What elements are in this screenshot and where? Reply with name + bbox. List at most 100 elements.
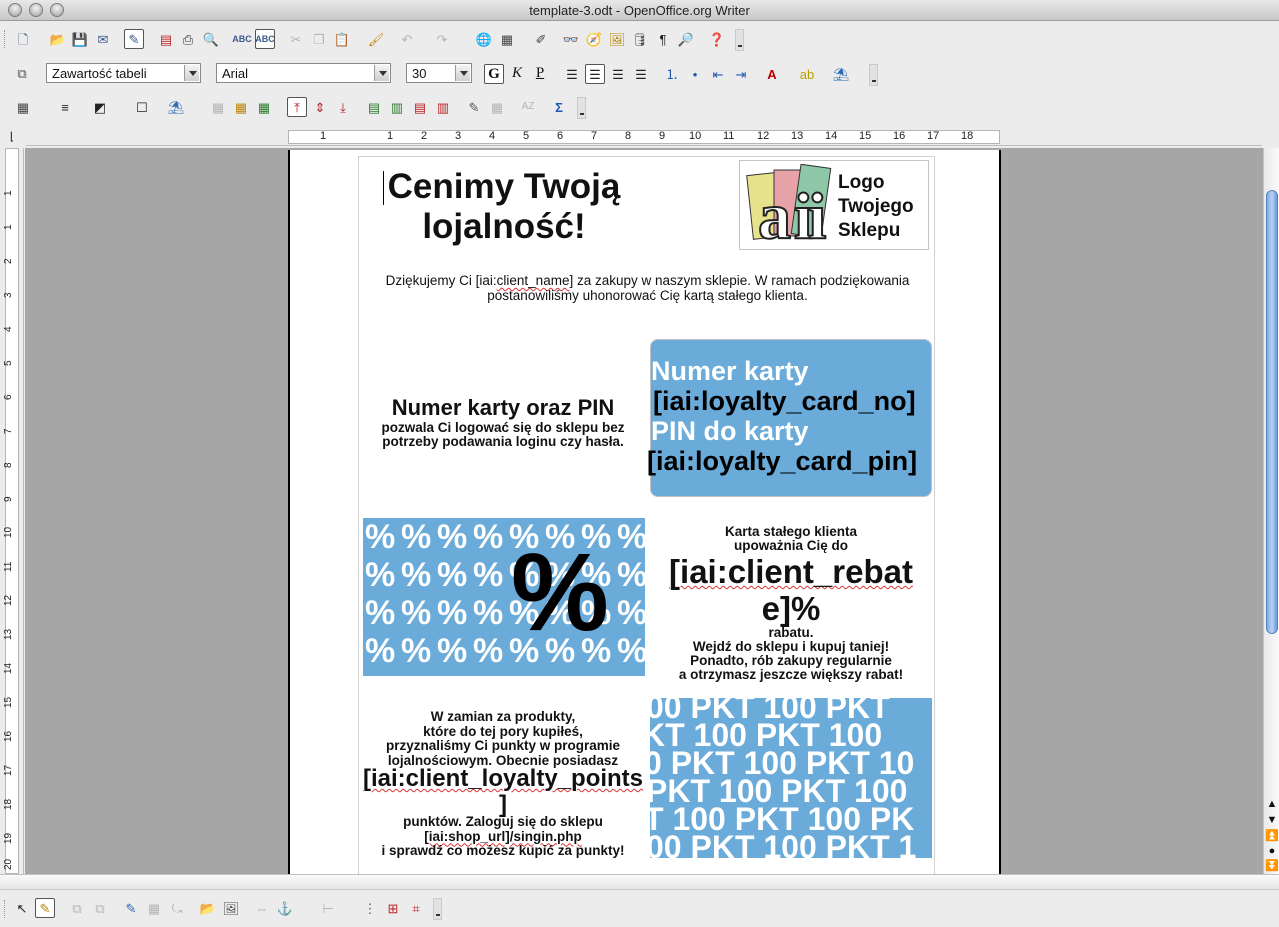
shop-logo[interactable]: a i i Logo Twojego Sklepu [739,160,929,250]
table-insert-icon[interactable]: ▦ [13,97,33,117]
loyalty-card-box[interactable]: Numer karty [iai:loyalty_card_no] PIN do… [647,339,932,497]
properties-icon[interactable]: ✎ [121,898,141,918]
scrollbar-thumb[interactable] [1266,190,1278,634]
paragraph-style-combo[interactable]: Zawartość tabeli [46,63,201,83]
chevron-down-icon[interactable] [184,65,199,81]
bold-button[interactable]: G [484,64,504,84]
frame-icon[interactable]: ⌗ [406,898,426,918]
print-icon[interactable]: ⎙ [178,29,198,49]
toolbar-overflow-button[interactable] [577,97,586,119]
next-page-icon[interactable]: ⏬ [1265,860,1279,874]
font-size-combo[interactable]: 30 [406,63,472,83]
hyperlink-icon[interactable]: 🌐 [474,29,494,49]
previous-page-icon[interactable]: ⏫ [1265,830,1279,844]
vertical-scrollbar[interactable]: ▲ ▼ ⏫ ● ⏬ [1263,148,1279,874]
split-cells-icon[interactable]: ▦ [231,97,251,117]
points-intro[interactable]: W zamian za produkty, które do tej pory … [359,709,647,768]
insert-column-icon[interactable]: ▥ [387,97,407,117]
grid-icon[interactable]: ⋮ [360,898,380,918]
sort-icon[interactable]: AZ [518,97,538,117]
rebate-placeholder[interactable]: [iai:client_rebat e]% [647,553,935,627]
merge-cells-icon[interactable]: ▦ [208,97,228,117]
toolbar-grip[interactable] [4,30,7,48]
document-page[interactable]: Cenimy Twoją lojalność! a i i Logo Twoje… [288,150,1001,874]
gallery-icon[interactable]: 🖼 [221,898,241,918]
bullets-icon[interactable]: • [685,64,705,84]
numbering-icon[interactable]: ⒈ [662,64,682,84]
wrap-icon[interactable]: ⤿ [167,898,187,918]
thanks-paragraph[interactable]: Dziękujemy Ci [iai:client_name] za zakup… [359,273,936,303]
autospellcheck-icon[interactable]: ABC [255,29,275,49]
alignment-icon[interactable]: ⊢ [318,898,338,918]
navigation-icon[interactable]: ● [1265,845,1279,859]
gallery-icon[interactable]: 🖼 [607,29,627,49]
delete-column-icon[interactable]: ▥ [433,97,453,117]
copy-icon[interactable]: ❐ [309,29,329,49]
border-color-icon[interactable]: ◩ [90,97,110,117]
borders-icon[interactable]: ☐ [132,97,152,117]
area-style-icon[interactable]: ⛱ [166,97,186,117]
horizontal-ruler[interactable]: 1 1 2 3 4 5 6 7 8 9 10 11 12 13 14 15 16… [26,128,1262,146]
card-heading[interactable]: Numer karty oraz PIN [359,395,647,421]
highlighting-icon[interactable]: ab [797,64,817,84]
select-arrow-icon[interactable]: ↖ [12,898,32,918]
italic-button[interactable]: K [507,64,527,84]
document-title[interactable]: Cenimy Twoją lojalność! [359,167,649,247]
optimize-icon[interactable]: ▦ [254,97,274,117]
spellcheck-icon[interactable]: ABC [232,29,252,49]
card-description[interactable]: pozwala Ci logować się do sklepu bez pot… [359,421,647,449]
new-document-icon[interactable]: 🗋 [13,29,33,49]
undo-icon[interactable]: ↶ [397,29,417,49]
table-frame-icon[interactable]: ▦ [144,898,164,918]
insert-from-file-icon[interactable]: 📂 [198,898,218,918]
points-placeholder[interactable]: [iai:client_loyalty_points ] [359,766,647,818]
insert-row-icon[interactable]: ▤ [364,97,384,117]
points-outro[interactable]: punktów. Zaloguj się do sklepu [iai:shop… [359,814,647,859]
vertical-ruler[interactable]: 1 1 2 3 4 5 6 7 8 9 10 11 12 13 14 15 16… [0,148,24,874]
toolbar-grip[interactable] [4,900,7,918]
document-table[interactable]: Cenimy Twoją lojalność! a i i Logo Twoje… [358,156,935,874]
font-color-icon[interactable]: A [762,64,782,84]
background-color-icon[interactable]: ⛱ [831,64,851,84]
data-sources-icon[interactable]: 🛢 [630,29,650,49]
anchor-icon[interactable]: ⚓ [275,898,295,918]
sum-icon[interactable]: Σ [549,97,569,117]
align-right-icon[interactable]: ☰ [608,64,628,84]
ungroup-icon[interactable]: ⧉ [90,898,110,918]
paste-icon[interactable]: 📋 [332,29,352,49]
export-pdf-icon[interactable]: ▤ [156,29,176,49]
center-vertically-icon[interactable]: ⇕ [310,97,330,117]
percent-pattern-image[interactable]: % % [363,518,645,676]
draw-functions-icon[interactable]: ✐ [531,29,551,49]
rebate-intro[interactable]: Karta stałego klienta upoważnia Cię do [647,525,935,553]
helplines-icon[interactable]: ⊞ [383,898,403,918]
align-left-icon[interactable]: ☰ [562,64,582,84]
scroll-down-arrow-icon[interactable]: ▼ [1265,814,1279,828]
font-name-combo[interactable]: Arial [216,63,391,83]
group-icon[interactable]: ⧉ [67,898,87,918]
print-preview-icon[interactable]: 🔍 [201,29,221,49]
decrease-indent-icon[interactable]: ⇤ [708,64,728,84]
styles-formatting-icon[interactable]: ⧉ [12,63,32,83]
autoformat-icon[interactable]: ✎ [464,97,484,117]
align-top-icon[interactable]: ⤒ [287,97,307,117]
horizontal-scrollbar[interactable] [0,874,1279,889]
delete-row-icon[interactable]: ▤ [410,97,430,117]
clone-formatting-icon[interactable]: 🖌 [366,29,386,49]
rebate-outro[interactable]: rabatu. Wejdź do sklepu i kupuj taniej! … [647,626,935,682]
align-bottom-icon[interactable]: ⤓ [333,97,353,117]
toolbar-overflow-button[interactable] [869,64,878,86]
redo-icon[interactable]: ↷ [432,29,452,49]
align-center-icon[interactable]: ☰ [585,64,605,84]
line-style-icon[interactable]: ≡ [55,97,75,117]
table-properties-icon[interactable]: ▦ [487,97,507,117]
cut-icon[interactable]: ✂ [286,29,306,49]
table-icon[interactable]: ▦ [497,29,517,49]
scroll-up-arrow-icon[interactable]: ▲ [1265,798,1279,812]
chevron-down-icon[interactable] [455,65,470,81]
navigator-icon[interactable]: 🧭 [584,29,604,49]
save-icon[interactable]: 💾 [70,29,90,49]
open-icon[interactable]: 📂 [48,29,68,49]
justify-icon[interactable]: ☰ [631,64,651,84]
edit-file-icon[interactable]: ✎ [124,29,144,49]
